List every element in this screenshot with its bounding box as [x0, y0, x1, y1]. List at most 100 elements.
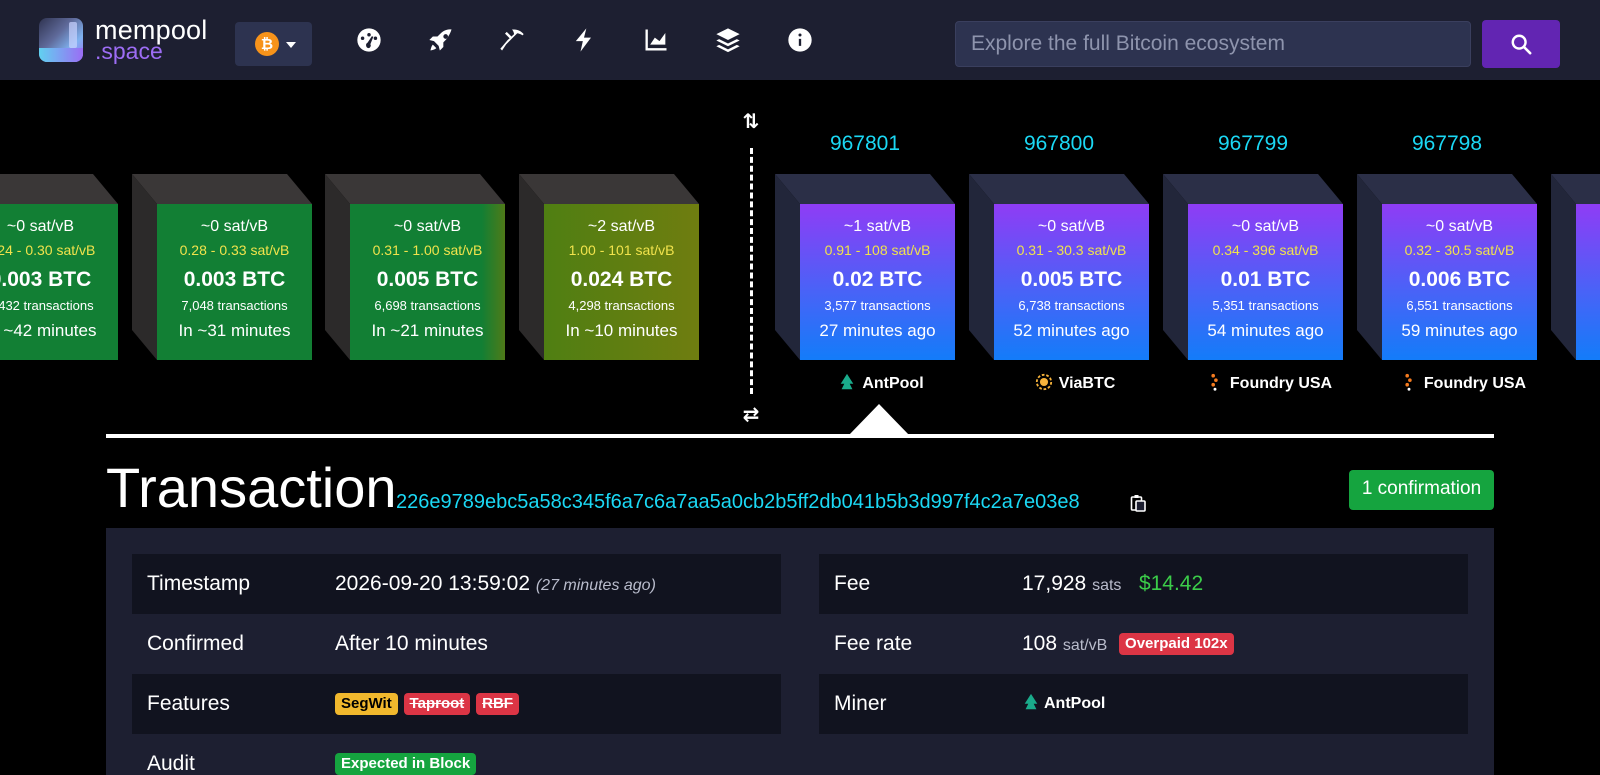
- fee-value: 17,928 sats $14.42: [1022, 554, 1203, 616]
- timestamp-date: 2026-09-20 13:59:02: [335, 572, 530, 595]
- block-tx-count: 5,351 transactions: [1212, 298, 1319, 313]
- block-height-link[interactable]: 967798: [1357, 132, 1537, 156]
- mined-block-face: ~0 sat/vB 0.32 - 30.5 sat/vB 0.006 BTC 6…: [1382, 204, 1537, 360]
- block-height-link[interactable]: 967800: [969, 132, 1149, 156]
- block-fee-range: 0.31 - 1.00 sat/vB: [372, 242, 483, 258]
- block-total-fees: 0.005 BTC: [1020, 268, 1123, 291]
- lightning-icon[interactable]: [570, 26, 598, 54]
- rbf-badge[interactable]: RBF: [476, 693, 519, 715]
- overpaid-badge[interactable]: Overpaid 102x: [1119, 633, 1234, 655]
- block-total-fees: 0.003 BTC: [0, 268, 92, 291]
- mempool-logo[interactable]: mempool .space: [39, 15, 229, 64]
- layers-icon[interactable]: [714, 26, 742, 54]
- block-tx-count: 3,577 transactions: [824, 298, 931, 313]
- block-median-fee: ~0 sat/vB: [1231, 218, 1300, 235]
- fee-sats: 17,928: [1022, 572, 1087, 595]
- miner-link[interactable]: AntPool: [1022, 674, 1105, 734]
- block-tx-count: 7,432 transactions: [0, 298, 94, 313]
- pool-name: ViaBTC: [1058, 375, 1116, 392]
- block-median-fee: ~2 sat/vB: [587, 218, 656, 235]
- copy-icon[interactable]: [1130, 494, 1146, 512]
- pool-link[interactable]: AntPool: [791, 373, 971, 393]
- viabtc-icon: [1035, 373, 1052, 391]
- block-tx-count: 4,298 transactions: [568, 298, 675, 313]
- mempool-block-face: ~0 sat/vB 0.28 - 0.33 sat/vB 0.003 BTC 7…: [157, 204, 312, 360]
- search-button[interactable]: [1482, 20, 1560, 68]
- timestamp-value: 2026-09-20 13:59:02 (27 minutes ago): [335, 554, 656, 616]
- mempool-block[interactable]: ~0 sat/vB 0.24 - 0.30 sat/vB 0.003 BTC 7…: [0, 174, 118, 360]
- selected-block-arrow: [848, 404, 910, 436]
- block-fee-range: 0.24 - 0.30 sat/vB: [0, 242, 96, 258]
- features-label: Features: [147, 692, 230, 715]
- foundry-usa-icon: [1405, 373, 1412, 391]
- block-total-fees: 0.006 BTC: [1408, 268, 1511, 291]
- block-fee-range: 0.28 - 0.33 sat/vB: [179, 242, 290, 258]
- dashboard-icon[interactable]: [355, 26, 383, 54]
- audit-label: Audit: [147, 752, 195, 775]
- mined-block-face: ~1 sat/vB 0.91 - 108 sat/vB 0.02 BTC 3,5…: [800, 204, 955, 360]
- miner-name: AntPool: [1044, 695, 1106, 712]
- search-icon: [1511, 34, 1532, 55]
- audit-badge[interactable]: Expected in Block: [335, 753, 477, 775]
- block-total-fees: 0.02 BTC: [832, 268, 923, 291]
- block-fee-range: 0.34 - 396 sat/vB: [1212, 242, 1319, 258]
- mined-block[interactable]: ~1 sat/vB 0.91 - 108 sat/vB 0.02 BTC 3,5…: [775, 174, 955, 360]
- mined-block[interactable]: ~0 sat/vB 0.34 - 396 sat/vB 0.01 BTC 5,3…: [1163, 174, 1343, 360]
- block-eta: In ~31 minutes: [178, 321, 291, 340]
- block-tx-count: 6,738 transactions: [1018, 298, 1125, 313]
- block-eta: In ~21 minutes: [371, 321, 484, 340]
- info-icon[interactable]: [786, 26, 814, 54]
- swap-horizontal-icon[interactable]: ⇄: [740, 403, 762, 425]
- pool-link[interactable]: Foundry USA: [1179, 373, 1359, 393]
- mined-block-partial[interactable]: [1551, 174, 1600, 360]
- antpool-icon: [841, 373, 854, 390]
- timestamp-relative: (27 minutes ago): [535, 577, 656, 594]
- timestamp-row: Timestamp 2026-09-20 13:59:02 (27 minute…: [132, 554, 781, 614]
- mining-pickaxe-icon[interactable]: [498, 26, 526, 54]
- txid-link[interactable]: 226e9789ebc5a58c345f6a7c6a7aa5a0cb2b5ff2…: [396, 490, 1080, 514]
- mempool-block[interactable]: ~0 sat/vB 0.31 - 1.00 sat/vB 0.005 BTC 6…: [325, 174, 505, 360]
- block-median-fee: ~0 sat/vB: [200, 218, 269, 235]
- block-fee-range: 0.31 - 30.3 sat/vB: [1016, 242, 1127, 258]
- fee-label: Fee: [834, 572, 871, 595]
- mempool-block[interactable]: ~0 sat/vB 0.28 - 0.33 sat/vB 0.003 BTC 7…: [132, 174, 312, 360]
- fee-rate-label: Fee rate: [834, 632, 913, 655]
- block-age: 59 minutes ago: [1401, 321, 1518, 340]
- mempool-block[interactable]: ~2 sat/vB 1.00 - 101 sat/vB 0.024 BTC 4,…: [519, 174, 699, 360]
- logo-text-space: .space: [95, 38, 163, 64]
- transaction-details: Timestamp 2026-09-20 13:59:02 (27 minute…: [106, 528, 1494, 775]
- block-tx-count: 7,048 transactions: [181, 298, 288, 313]
- mined-block-face: ~0 sat/vB 0.31 - 30.3 sat/vB 0.005 BTC 6…: [994, 204, 1149, 360]
- block-age: 52 minutes ago: [1013, 321, 1130, 340]
- pool-name: AntPool: [862, 375, 924, 392]
- segwit-badge[interactable]: SegWit: [335, 693, 398, 715]
- chart-icon[interactable]: [642, 26, 670, 54]
- mined-block[interactable]: ~0 sat/vB 0.32 - 30.5 sat/vB 0.006 BTC 6…: [1357, 174, 1537, 360]
- pool-link[interactable]: Foundry USA: [1373, 373, 1553, 393]
- navbar: mempool .space ₿: [0, 0, 1600, 80]
- rocket-icon[interactable]: [427, 26, 455, 54]
- pool-link[interactable]: ViaBTC: [985, 373, 1165, 393]
- confirmed-value: After 10 minutes: [335, 632, 488, 655]
- taproot-badge[interactable]: Taproot: [403, 693, 471, 715]
- block-total-fees: 0.003 BTC: [183, 268, 286, 291]
- fee-rate-number: 108: [1022, 632, 1058, 655]
- block-median-fee: ~0 sat/vB: [6, 218, 75, 235]
- search-input[interactable]: [955, 21, 1471, 67]
- miner-row: Miner AntPool: [819, 674, 1468, 734]
- confirmed-label: Confirmed: [147, 632, 244, 655]
- block-height-link[interactable]: 967799: [1163, 132, 1343, 156]
- block-height-link[interactable]: 967801: [775, 132, 955, 156]
- mined-block-face: ~0 sat/vB 0.34 - 396 sat/vB 0.01 BTC 5,3…: [1188, 204, 1343, 360]
- pool-name: Foundry USA: [1229, 375, 1333, 392]
- network-selector-button[interactable]: ₿: [235, 22, 312, 66]
- block-age: 54 minutes ago: [1207, 321, 1324, 340]
- confirmed-row: Confirmed After 10 minutes: [132, 614, 781, 674]
- mempool-block-face: ~2 sat/vB 1.00 - 101 sat/vB 0.024 BTC 4,…: [544, 204, 699, 360]
- mined-block[interactable]: ~0 sat/vB 0.31 - 30.3 sat/vB 0.005 BTC 6…: [969, 174, 1149, 360]
- fee-rate-value: 108 sat/vB Overpaid 102x: [1022, 614, 1234, 676]
- swap-vertical-icon[interactable]: ⇅: [740, 110, 762, 132]
- block-fee-range: 1.00 - 101 sat/vB: [568, 242, 675, 258]
- pool-name: Foundry USA: [1423, 375, 1527, 392]
- fee-rate-row: Fee rate 108 sat/vB Overpaid 102x: [819, 614, 1468, 674]
